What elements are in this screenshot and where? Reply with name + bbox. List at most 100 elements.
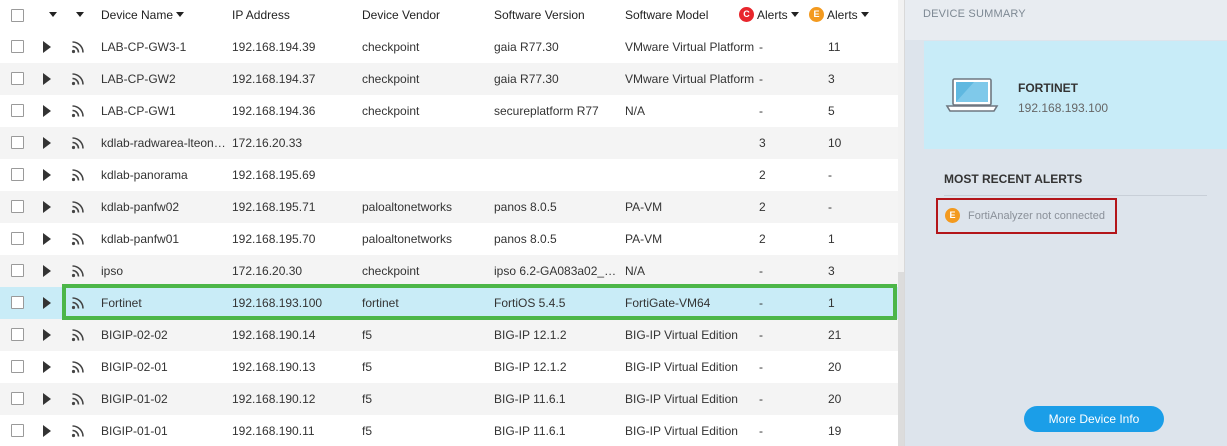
- expand-row-icon[interactable]: [43, 169, 51, 181]
- rss-feed-icon: [71, 168, 85, 182]
- rss-feed-icon: [71, 40, 85, 54]
- row-checkbox[interactable]: [11, 136, 24, 149]
- cell-device-name[interactable]: BIGIP-01-01: [101, 415, 229, 446]
- table-row[interactable]: kdlab-panfw01 192.168.195.70 paloaltonetwo…: [0, 223, 898, 255]
- cell-device-vendor: [362, 127, 490, 159]
- more-device-info-button[interactable]: More Device Info: [1024, 406, 1164, 432]
- header-ip-address[interactable]: IP Address: [232, 0, 290, 31]
- expand-row-icon[interactable]: [43, 105, 51, 117]
- cell-software-version: [494, 127, 622, 159]
- cell-device-vendor: fortinet: [362, 296, 399, 310]
- cell-device-vendor: f5: [362, 392, 373, 406]
- cell-software-model: [625, 127, 757, 159]
- expand-row-icon[interactable]: [43, 41, 51, 53]
- row-checkbox[interactable]: [11, 40, 24, 53]
- header-expand-dropdown[interactable]: [46, 0, 57, 31]
- cell-error-alerts: 19: [828, 424, 842, 438]
- cell-software-version: BIG-IP 12.1.2: [494, 328, 567, 342]
- table-row[interactable]: LAB-CP-GW1 192.168.194.36 checkpoint secure…: [0, 95, 898, 127]
- row-checkbox[interactable]: [11, 232, 24, 245]
- expand-row-icon[interactable]: [43, 393, 51, 405]
- cell-software-version: FortiOS 5.4.5: [494, 296, 566, 310]
- rss-feed-icon: [71, 200, 85, 214]
- cell-device-vendor: f5: [362, 424, 373, 438]
- table-row[interactable]: BIGIP-01-02 192.168.190.12 f5 BIG-IP 11.6.1…: [0, 383, 898, 415]
- table-row[interactable]: kdlab-radwarea-lteon… 172.16.20.33 3 10: [0, 127, 898, 159]
- table-row[interactable]: ipso 172.16.20.30 checkpoint ipso 6.2-GA083…: [0, 255, 898, 287]
- row-checkbox[interactable]: [11, 296, 24, 309]
- cell-device-vendor: checkpoint: [362, 40, 420, 54]
- select-all-checkbox[interactable]: [11, 9, 24, 22]
- cell-device-name[interactable]: LAB-CP-GW1: [101, 95, 229, 127]
- table-row[interactable]: BIGIP-02-01 192.168.190.13 f5 BIG-IP 12.1.2…: [0, 351, 898, 383]
- cell-software-model: BIG-IP Virtual Edition: [625, 360, 738, 374]
- cell-device-name[interactable]: BIGIP-01-02: [101, 383, 229, 415]
- row-checkbox[interactable]: [11, 424, 24, 437]
- rss-feed-icon: [71, 264, 85, 278]
- row-checkbox[interactable]: [11, 392, 24, 405]
- cell-critical-alerts: -: [759, 264, 763, 278]
- divider: [944, 195, 1207, 196]
- cell-device-name[interactable]: BIGIP-02-02: [101, 319, 229, 351]
- header-critical-alerts[interactable]: C Alerts: [739, 0, 799, 31]
- row-checkbox[interactable]: [11, 264, 24, 277]
- error-badge-icon: E: [945, 208, 960, 223]
- error-badge-icon: E: [809, 7, 824, 23]
- expand-row-icon[interactable]: [43, 265, 51, 277]
- expand-row-icon[interactable]: [43, 297, 51, 309]
- row-checkbox[interactable]: [11, 72, 24, 85]
- expand-row-icon[interactable]: [43, 361, 51, 373]
- table-row[interactable]: BIGIP-02-02 192.168.190.14 f5 BIG-IP 12.1.2…: [0, 319, 898, 351]
- header-device-vendor[interactable]: Device Vendor: [362, 0, 440, 31]
- header-device-name[interactable]: Device Name: [101, 0, 185, 31]
- cell-ip-address: 192.168.194.37: [232, 72, 316, 86]
- row-checkbox[interactable]: [11, 360, 24, 373]
- cell-device-name[interactable]: kdlab-radwarea-lteon…: [101, 127, 229, 159]
- cell-device-name[interactable]: kdlab-panfw01: [101, 223, 229, 255]
- cell-critical-alerts: 2: [759, 200, 766, 214]
- header-error-alerts[interactable]: E Alerts: [809, 0, 869, 31]
- cell-ip-address: 192.168.195.71: [232, 200, 316, 214]
- expand-row-icon[interactable]: [43, 425, 51, 437]
- header-status-dropdown[interactable]: [73, 0, 84, 31]
- cell-device-name[interactable]: LAB-CP-GW3-1: [101, 31, 229, 63]
- expand-row-icon[interactable]: [43, 137, 51, 149]
- expand-row-icon[interactable]: [43, 73, 51, 85]
- cell-device-name[interactable]: LAB-CP-GW2: [101, 63, 229, 95]
- cell-device-name[interactable]: ipso: [101, 255, 229, 287]
- cell-ip-address: 192.168.190.12: [232, 392, 316, 406]
- cell-device-name[interactable]: Fortinet: [101, 287, 229, 319]
- cell-error-alerts: 5: [828, 104, 835, 118]
- rss-feed-icon: [71, 136, 85, 150]
- table-row[interactable]: kdlab-panfw02 192.168.195.71 paloaltonetwo…: [0, 191, 898, 223]
- recent-alert-item[interactable]: E FortiAnalyzer not connected: [936, 198, 1117, 234]
- table-row-selected[interactable]: Fortinet 192.168.193.100 fortinet FortiOS 5…: [0, 287, 898, 319]
- row-checkbox[interactable]: [11, 168, 24, 181]
- cell-device-name[interactable]: kdlab-panorama: [101, 159, 229, 191]
- table-row[interactable]: BIGIP-01-01 192.168.190.11 f5 BIG-IP 11.6.1…: [0, 415, 898, 446]
- cell-software-version: [494, 159, 622, 191]
- cell-device-name[interactable]: BIGIP-02-01: [101, 351, 229, 383]
- expand-row-icon[interactable]: [43, 329, 51, 341]
- cell-error-alerts: 11: [828, 40, 841, 54]
- table-row[interactable]: LAB-CP-GW2 192.168.194.37 checkpoint gaia R…: [0, 63, 898, 95]
- cell-critical-alerts: 2: [759, 232, 766, 246]
- row-checkbox[interactable]: [11, 328, 24, 341]
- table-row[interactable]: kdlab-panorama 192.168.195.69 2 -: [0, 159, 898, 191]
- cell-ip-address: 192.168.190.14: [232, 328, 316, 342]
- cell-ip-address: 192.168.194.39: [232, 40, 316, 54]
- cell-device-name[interactable]: kdlab-panfw02: [101, 191, 229, 223]
- table-row[interactable]: LAB-CP-GW3-1 192.168.194.39 checkpoint gaia…: [0, 31, 898, 63]
- expand-row-icon[interactable]: [43, 233, 51, 245]
- header-software-version[interactable]: Software Version: [494, 0, 585, 31]
- cell-software-model: [625, 159, 757, 191]
- device-ip: 192.168.193.100: [1018, 101, 1109, 115]
- device-table: Device Name IP Address Device Vendor Sof…: [0, 0, 898, 446]
- header-software-model[interactable]: Software Model: [625, 0, 708, 31]
- row-checkbox[interactable]: [11, 200, 24, 213]
- cell-software-model: BIG-IP Virtual Edition: [625, 424, 738, 438]
- cell-error-alerts: 3: [828, 72, 835, 86]
- caret-down-icon: [76, 12, 84, 18]
- expand-row-icon[interactable]: [43, 201, 51, 213]
- row-checkbox[interactable]: [11, 104, 24, 117]
